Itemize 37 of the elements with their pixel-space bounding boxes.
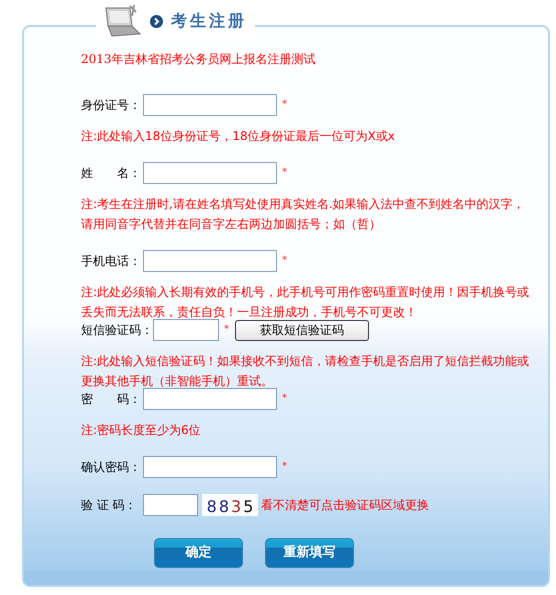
section-title: 考生注册 <box>171 10 247 32</box>
required-mark: * <box>282 256 287 266</box>
field-note: 注:考生在注册时,请在姓名填写处使用真实姓名.如果输入法中查不到姓名中的汉字，请用同音字代替并在同音字左右两边加圆括号；如（哲） <box>81 196 526 233</box>
captcha-image[interactable]: 8 8 3 5 <box>202 494 258 516</box>
field-note: 注:此处输入18位身份证号，18位身份证最后一位可为X或x <box>81 128 396 145</box>
captcha-digit: 8 <box>218 498 229 516</box>
field-label: 身份证号： <box>81 99 142 111</box>
input-field[interactable] <box>143 494 198 516</box>
input-field[interactable] <box>143 94 277 116</box>
input-field[interactable] <box>143 456 277 478</box>
field-note: 注:密码长度至少为6位 <box>81 422 202 439</box>
field-label: 密 码： <box>81 393 142 405</box>
required-mark: * <box>282 100 287 110</box>
page-subtitle: 2013年吉林省招考公务员网上报名注册测试 <box>81 51 317 67</box>
required-mark: * <box>282 168 287 178</box>
required-mark: * <box>224 325 229 335</box>
field-label: 姓 名： <box>81 167 142 179</box>
required-mark: * <box>282 394 287 404</box>
captcha-digit: 8 <box>206 498 217 516</box>
field-label: 短信验证码： <box>81 324 153 336</box>
field-note: 注:此处必须输入长期有效的手机号，此手机号可用作密码重置时使用！因手机换号或丢失而无法联系，责任自负！一旦注册成功，手机号不可更改！ <box>81 284 530 321</box>
field-note: 注:此处输入短信验证码！如果接收不到短信，请检查手机是否启用了短信拦截功能或更换其他手机（非智能手机）重试。 <box>81 353 530 390</box>
input-field[interactable] <box>143 388 277 410</box>
input-field[interactable] <box>143 250 277 272</box>
field-label: 确认密码： <box>81 461 142 473</box>
input-field[interactable] <box>153 319 219 341</box>
arrow-right-icon <box>150 14 163 28</box>
captcha-digit: 5 <box>243 498 254 516</box>
reset-button[interactable]: 重新填写 <box>265 538 354 568</box>
submit-button[interactable]: 确定 <box>154 538 243 568</box>
captcha-hint: 看不清楚可点击验证码区域更换 <box>261 499 429 511</box>
field-label: 验 证 码： <box>81 499 138 511</box>
required-mark: * <box>282 462 287 472</box>
input-field[interactable] <box>143 162 277 184</box>
field-label: 手机电话： <box>81 255 142 267</box>
captcha-digit: 3 <box>231 498 242 516</box>
get-code-button[interactable]: 获取短信验证码 <box>235 320 369 340</box>
